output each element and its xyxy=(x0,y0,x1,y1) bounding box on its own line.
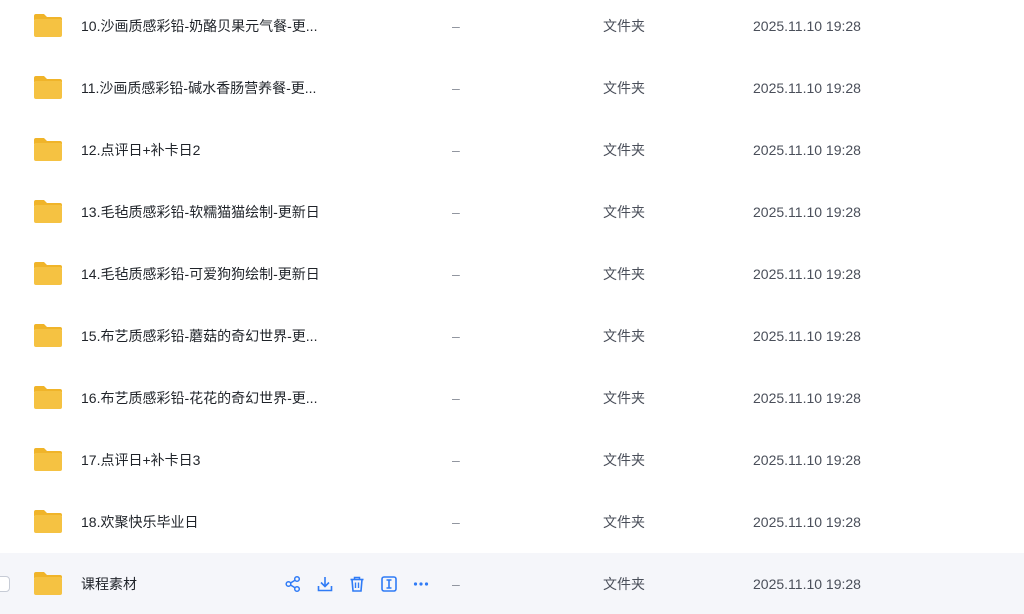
file-row-hovered[interactable]: 课程素材 – 文件夹 2025.11.10 19:28 xyxy=(0,553,1024,614)
folder-icon xyxy=(34,200,62,223)
file-type: 文件夹 xyxy=(603,266,645,282)
folder-icon xyxy=(34,76,62,99)
file-row[interactable]: 15.布艺质感彩铅-蘑菇的奇幻世界-更... – 文件夹 2025.11.10 … xyxy=(0,305,1024,367)
modified-time: 2025.11.10 19:28 xyxy=(753,142,861,158)
download-icon xyxy=(317,577,333,592)
folder-icon xyxy=(34,510,62,533)
modified-time: 2025.11.10 19:28 xyxy=(753,328,861,344)
modified-time: 2025.11.10 19:28 xyxy=(753,18,861,34)
file-name[interactable]: 16.布艺质感彩铅-花花的奇幻世界-更... xyxy=(81,367,351,429)
file-name[interactable]: 14.毛毡质感彩铅-可爱狗狗绘制-更新日 xyxy=(81,243,351,305)
file-name[interactable]: 11.沙画质感彩铅-碱水香肠营养餐-更... xyxy=(81,57,351,119)
file-row[interactable]: 10.沙画质感彩铅-奶酪贝果元气餐-更... – 文件夹 2025.11.10 … xyxy=(0,0,1024,57)
file-name[interactable]: 17.点评日+补卡日3 xyxy=(81,429,351,491)
file-type: 文件夹 xyxy=(603,80,645,96)
file-type: 文件夹 xyxy=(603,328,645,344)
file-row[interactable]: 14.毛毡质感彩铅-可爱狗狗绘制-更新日 – 文件夹 2025.11.10 19… xyxy=(0,243,1024,305)
modified-time: 2025.11.10 19:28 xyxy=(753,576,861,592)
file-type: 文件夹 xyxy=(603,452,645,468)
file-row[interactable]: 12.点评日+补卡日2 – 文件夹 2025.11.10 19:28 xyxy=(0,119,1024,181)
folder-icon xyxy=(34,386,62,409)
file-type: 文件夹 xyxy=(603,204,645,220)
row-checkbox[interactable] xyxy=(0,576,10,592)
more-icon xyxy=(413,582,429,586)
file-row[interactable]: 11.沙画质感彩铅-碱水香肠营养餐-更... – 文件夹 2025.11.10 … xyxy=(0,57,1024,119)
download-button[interactable] xyxy=(316,572,348,596)
file-type: 文件夹 xyxy=(603,390,645,406)
file-list: 10.沙画质感彩铅-奶酪贝果元气餐-更... – 文件夹 2025.11.10 … xyxy=(0,0,1024,614)
file-type: 文件夹 xyxy=(603,142,645,158)
share-icon xyxy=(285,575,301,593)
folder-icon xyxy=(34,324,62,347)
file-size: – xyxy=(452,390,460,406)
file-size: – xyxy=(452,452,460,468)
share-button[interactable] xyxy=(284,572,316,596)
modified-time: 2025.11.10 19:28 xyxy=(753,514,861,530)
file-row[interactable]: 16.布艺质感彩铅-花花的奇幻世界-更... – 文件夹 2025.11.10 … xyxy=(0,367,1024,429)
file-row[interactable]: 18.欢聚快乐毕业日 – 文件夹 2025.11.10 19:28 xyxy=(0,491,1024,553)
file-size: – xyxy=(452,18,460,34)
rename-icon xyxy=(381,576,397,592)
file-size: – xyxy=(452,80,460,96)
modified-time: 2025.11.10 19:28 xyxy=(753,80,861,96)
folder-icon xyxy=(34,262,62,285)
modified-time: 2025.11.10 19:28 xyxy=(753,390,861,406)
file-row[interactable]: 13.毛毡质感彩铅-软糯猫猫绘制-更新日 – 文件夹 2025.11.10 19… xyxy=(0,181,1024,243)
modified-time: 2025.11.10 19:28 xyxy=(753,266,861,282)
delete-icon xyxy=(350,576,364,592)
file-size: – xyxy=(452,142,460,158)
modified-time: 2025.11.10 19:28 xyxy=(753,204,861,220)
file-type: 文件夹 xyxy=(603,18,645,34)
delete-button[interactable] xyxy=(348,572,380,596)
folder-icon xyxy=(34,572,62,595)
file-name[interactable]: 10.沙画质感彩铅-奶酪贝果元气餐-更... xyxy=(81,0,351,57)
file-name[interactable]: 15.布艺质感彩铅-蘑菇的奇幻世界-更... xyxy=(81,305,351,367)
file-type: 文件夹 xyxy=(603,514,645,530)
folder-icon xyxy=(34,138,62,161)
file-size: – xyxy=(452,266,460,282)
file-size: – xyxy=(452,514,460,530)
file-size: – xyxy=(452,328,460,344)
folder-icon xyxy=(34,448,62,471)
file-size: – xyxy=(452,576,460,592)
file-row[interactable]: 17.点评日+补卡日3 – 文件夹 2025.11.10 19:28 xyxy=(0,429,1024,491)
file-size: – xyxy=(452,204,460,220)
file-type: 文件夹 xyxy=(603,576,645,592)
file-name[interactable]: 13.毛毡质感彩铅-软糯猫猫绘制-更新日 xyxy=(81,181,351,243)
file-name[interactable]: 18.欢聚快乐毕业日 xyxy=(81,491,351,553)
row-actions xyxy=(284,572,444,596)
rename-button[interactable] xyxy=(380,572,412,596)
folder-icon xyxy=(34,14,62,37)
modified-time: 2025.11.10 19:28 xyxy=(753,452,861,468)
file-name[interactable]: 12.点评日+补卡日2 xyxy=(81,119,351,181)
more-button[interactable] xyxy=(412,572,444,596)
